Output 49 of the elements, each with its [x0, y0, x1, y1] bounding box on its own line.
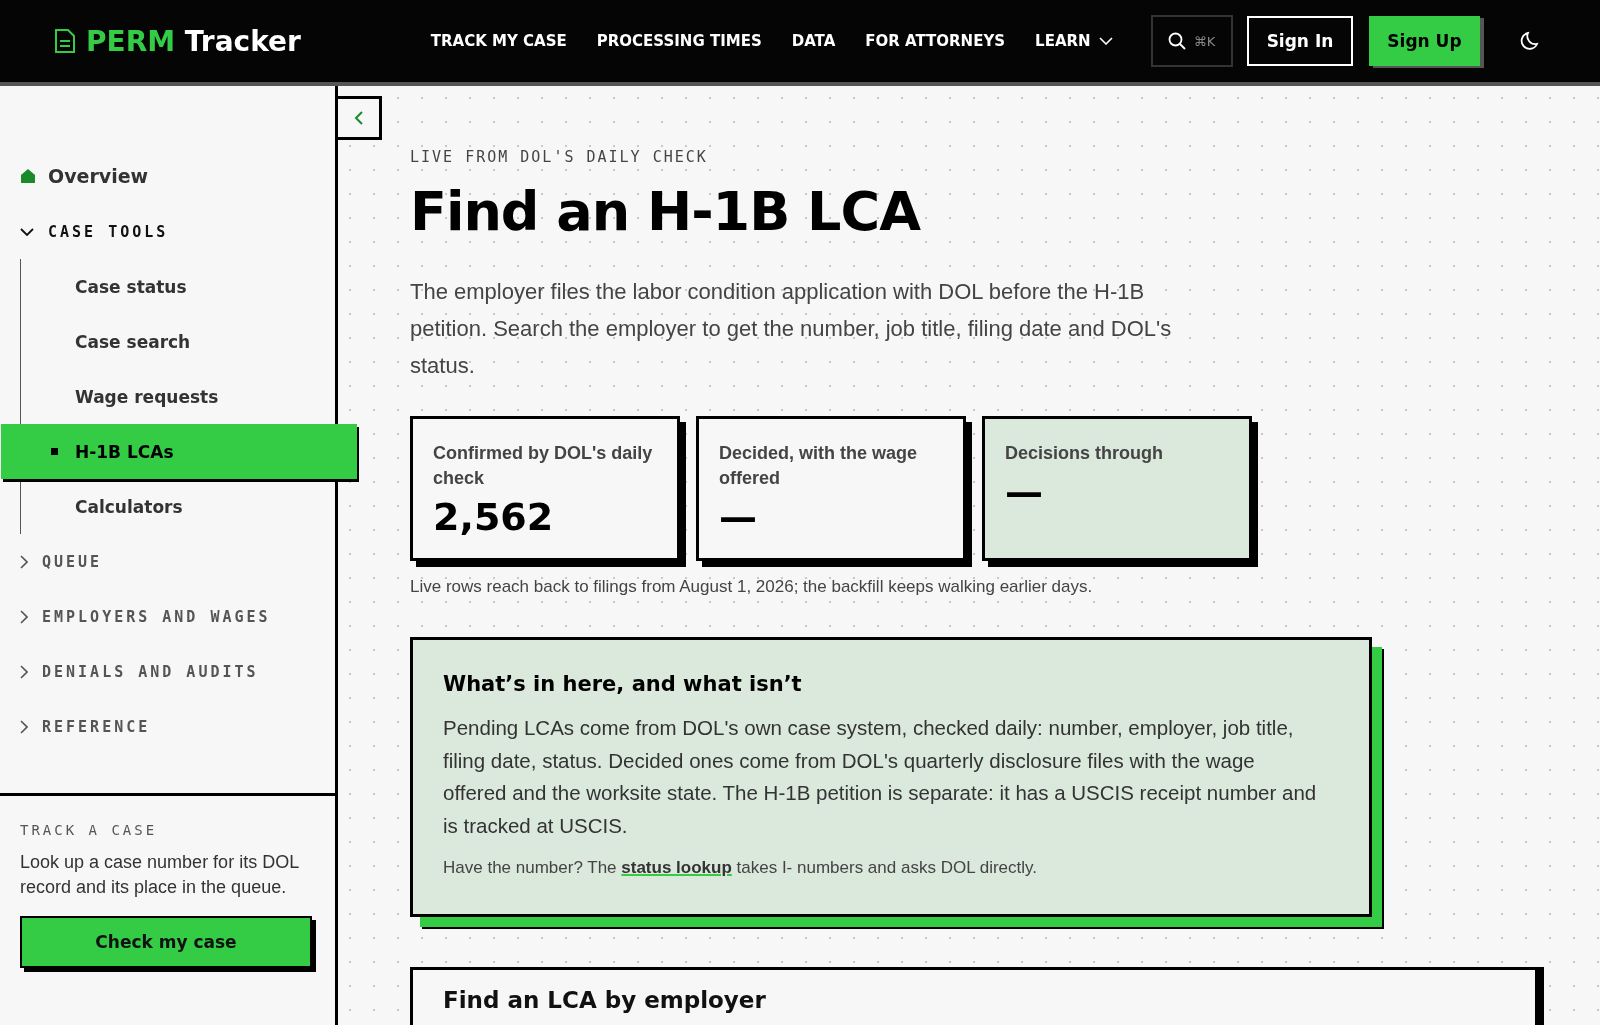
- logo-link[interactable]: PERM Tracker: [54, 24, 301, 58]
- sidebar-group[interactable]: DENIALS AND AUDITS: [0, 644, 335, 699]
- bullet-icon: [51, 448, 58, 455]
- sidebar-item[interactable]: Wage requests: [21, 369, 335, 424]
- sidebar-item[interactable]: Case search: [21, 314, 335, 369]
- note-text: Live rows reach back to filings from August 1, 2026; the backfill keeps walking earlier days.: [410, 577, 1093, 597]
- chevron-down-icon: [1098, 37, 1113, 45]
- nav-link[interactable]: TRACK MY CASE: [430, 32, 567, 50]
- chevron-right-icon: [20, 554, 28, 569]
- sidebar-group[interactable]: CASE TOOLS: [0, 204, 335, 259]
- search-button[interactable]: ⌘K: [1150, 15, 1233, 67]
- panel-title: What’s in here, and what isn’t: [443, 672, 803, 696]
- section-label: TRACK A CASE: [20, 822, 159, 838]
- chevron-left-icon: [353, 110, 364, 126]
- stat-label: Decisions through: [1005, 442, 1164, 465]
- sidebar-item[interactable]: Case status: [21, 259, 335, 314]
- page-title: Find an H-1B LCA: [410, 180, 922, 243]
- chevron-right-icon: [20, 664, 28, 679]
- document-icon: [54, 28, 76, 54]
- shortcut-hint: ⌘K: [1193, 33, 1216, 49]
- sign-in-button[interactable]: Sign In: [1246, 16, 1354, 66]
- stat-value: 2,562: [433, 495, 554, 539]
- nav-link[interactable]: DATA: [791, 32, 836, 50]
- stat-value: —: [719, 495, 757, 539]
- sidebar-group[interactable]: REFERENCE: [0, 699, 335, 754]
- panel-text: Pending LCAs come from DOL's own case system, checked daily: number, employer, job title, filing date, status. Decided ones come from DOL's quarterly disclosure files with the wage offered and the worksite state. The H-1B petition is separate: it has a USCIS receipt number and is tracked at USCIS.: [443, 715, 1318, 839]
- search-icon: [1167, 32, 1186, 50]
- sidebar-group[interactable]: EMPLOYERS AND WAGES: [0, 589, 335, 644]
- panel-footnote: Have the number? The status lookup takes I- numbers and asks DOL directly.: [443, 858, 1038, 878]
- nav-link[interactable]: LEARN: [1035, 32, 1113, 50]
- eyebrow-label: LIVE FROM DOL'S DAILY CHECK: [410, 148, 708, 166]
- sidebar-item[interactable]: H-1B LCAs: [1, 424, 357, 479]
- home-icon: [20, 168, 36, 184]
- stat-value: —: [1005, 470, 1043, 514]
- sidebar-link[interactable]: Overview: [0, 148, 335, 204]
- description-text: Look up a case number for its DOL record and its place in the queue.: [20, 851, 300, 899]
- stat-label: Confirmed by DOL's daily check: [433, 442, 654, 490]
- chevron-right-icon: [20, 609, 28, 624]
- stat-label: Decided, with the wage offered: [719, 442, 919, 490]
- section-title: Find an LCA by employer: [443, 986, 767, 1014]
- collapse-button[interactable]: [338, 96, 382, 140]
- sidebar-group[interactable]: QUEUE: [0, 534, 335, 589]
- nav-link[interactable]: FOR ATTORNEYS: [865, 32, 1006, 50]
- chevron-right-icon: [20, 719, 28, 734]
- status-lookup-link[interactable]: status lookup: [621, 858, 732, 877]
- sidebar-item[interactable]: Calculators: [21, 479, 335, 534]
- nav-link[interactable]: PROCESSING TIMES: [596, 32, 762, 50]
- chevron-down-icon: [20, 227, 34, 236]
- intro-text: The employer files the labor condition application with DOL before the H-1B petition. Search the employer to get the number, job title, filing date and DOL's status.: [410, 278, 1173, 380]
